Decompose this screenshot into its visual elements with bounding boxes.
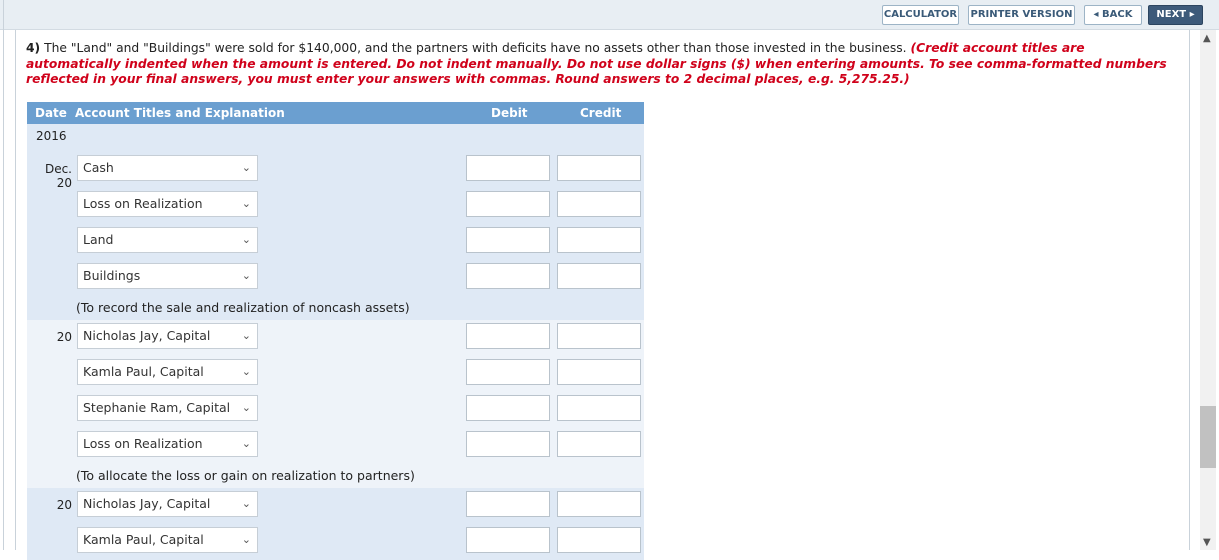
debit-input[interactable] xyxy=(466,323,550,349)
account-select[interactable]: Nicholas Jay, Capital ⌄ xyxy=(77,491,258,517)
account-select-value: Cash xyxy=(83,160,114,175)
question-text: 4) The "Land" and "Buildings" were sold … xyxy=(26,41,1176,88)
account-select-value: Loss on Realization xyxy=(83,436,203,451)
date-cell: Dec. 20 xyxy=(44,162,72,190)
back-button[interactable]: ◂ BACK xyxy=(1084,5,1142,25)
account-select-value: Land xyxy=(83,232,114,247)
table-row: Land ⌄ xyxy=(27,224,644,260)
question-number: 4) xyxy=(26,41,41,55)
top-toolbar: CALCULATOR PRINTER VERSION ◂ BACK NEXT ▸ xyxy=(0,0,1219,30)
table-row: Stephanie Ram, Capital ⌄ xyxy=(27,392,644,428)
debit-input[interactable] xyxy=(466,527,550,553)
credit-input[interactable] xyxy=(557,527,641,553)
credit-input[interactable] xyxy=(557,227,641,253)
chevron-down-icon: ⌄ xyxy=(241,269,251,282)
table-row: Buildings ⌄ xyxy=(27,260,644,296)
debit-input[interactable] xyxy=(466,359,550,385)
year-label: 2016 xyxy=(36,129,67,143)
account-select-value: Kamla Paul, Capital xyxy=(83,532,204,547)
account-select[interactable]: Cash ⌄ xyxy=(77,155,258,181)
chevron-down-icon: ⌄ xyxy=(241,365,251,378)
table-row: Loss on Realization ⌄ xyxy=(27,428,644,464)
debit-input[interactable] xyxy=(466,227,550,253)
account-select[interactable]: Nicholas Jay, Capital ⌄ xyxy=(77,323,258,349)
credit-input[interactable] xyxy=(557,263,641,289)
header-account: Account Titles and Explanation xyxy=(75,106,285,120)
table-header: Date Account Titles and Explanation Debi… xyxy=(27,102,644,124)
chevron-down-icon[interactable]: ▼ xyxy=(1203,537,1211,548)
account-select-value: Loss on Realization xyxy=(83,196,203,211)
account-select[interactable]: Kamla Paul, Capital ⌄ xyxy=(77,527,258,553)
table-row: Loss on Realization ⌄ xyxy=(27,188,644,224)
next-button[interactable]: NEXT ▸ xyxy=(1148,5,1203,25)
left-border xyxy=(3,0,4,550)
credit-input[interactable] xyxy=(557,191,641,217)
credit-input[interactable] xyxy=(557,359,641,385)
account-select[interactable]: Loss on Realization ⌄ xyxy=(77,191,258,217)
account-select[interactable]: Stephanie Ram, Capital ⌄ xyxy=(77,395,258,421)
account-select-value: Kamla Paul, Capital xyxy=(83,364,204,379)
year-row: 2016 xyxy=(27,124,644,152)
printer-version-button[interactable]: PRINTER VERSION xyxy=(968,5,1075,25)
chevron-up-icon[interactable]: ▲ xyxy=(1203,33,1211,44)
header-credit: Credit xyxy=(580,106,622,120)
chevron-down-icon: ⌄ xyxy=(241,197,251,210)
entry-memo: (To allocate the loss or gain on realiza… xyxy=(76,468,415,483)
date-cell: 20 xyxy=(56,330,72,344)
debit-input[interactable] xyxy=(466,155,550,181)
account-select-value: Stephanie Ram, Capital xyxy=(83,400,231,415)
credit-input[interactable] xyxy=(557,323,641,349)
calculator-button[interactable]: CALCULATOR xyxy=(882,5,959,25)
chevron-down-icon: ⌄ xyxy=(241,437,251,450)
header-debit: Debit xyxy=(491,106,528,120)
account-select-value: Nicholas Jay, Capital xyxy=(83,496,211,511)
account-select[interactable]: Loss on Realization ⌄ xyxy=(77,431,258,457)
entry-2: 20 Nicholas Jay, Capital ⌄ Kamla Paul, Ca… xyxy=(27,320,644,488)
journal-entry-table: Date Account Titles and Explanation Debi… xyxy=(27,102,644,560)
table-row: 20 Nicholas Jay, Capital ⌄ xyxy=(27,488,644,524)
table-row: Kamla Paul, Capital ⌄ xyxy=(27,524,644,560)
credit-input[interactable] xyxy=(557,155,641,181)
entry-3: 20 Nicholas Jay, Capital ⌄ Kamla Paul, Ca… xyxy=(27,488,644,560)
table-row: Kamla Paul, Capital ⌄ xyxy=(27,356,644,392)
debit-input[interactable] xyxy=(466,395,550,421)
scrollbar-thumb[interactable] xyxy=(1200,406,1216,468)
chevron-down-icon: ⌄ xyxy=(241,533,251,546)
date-cell: 20 xyxy=(56,498,72,512)
chevron-down-icon: ⌄ xyxy=(241,497,251,510)
chevron-down-icon: ⌄ xyxy=(241,401,251,414)
credit-input[interactable] xyxy=(557,491,641,517)
chevron-down-icon: ⌄ xyxy=(241,161,251,174)
debit-input[interactable] xyxy=(466,263,550,289)
account-select[interactable]: Buildings ⌄ xyxy=(77,263,258,289)
account-select-value: Nicholas Jay, Capital xyxy=(83,328,211,343)
table-row: 20 Nicholas Jay, Capital ⌄ xyxy=(27,320,644,356)
credit-input[interactable] xyxy=(557,431,641,457)
chevron-down-icon: ⌄ xyxy=(241,329,251,342)
debit-input[interactable] xyxy=(466,191,550,217)
credit-input[interactable] xyxy=(557,395,641,421)
entry-1: 2016 Dec. 20 Cash ⌄ Loss on Realization ⌄ … xyxy=(27,124,644,320)
debit-input[interactable] xyxy=(466,431,550,457)
debit-input[interactable] xyxy=(466,491,550,517)
account-select[interactable]: Land ⌄ xyxy=(77,227,258,253)
entry-memo: (To record the sale and realization of n… xyxy=(76,300,410,315)
table-row: Dec. 20 Cash ⌄ xyxy=(27,152,644,190)
account-select[interactable]: Kamla Paul, Capital ⌄ xyxy=(77,359,258,385)
account-select-value: Buildings xyxy=(83,268,141,283)
question-body: The "Land" and "Buildings" were sold for… xyxy=(40,41,911,55)
header-date: Date xyxy=(35,106,67,120)
scrollbar[interactable]: ▲ ▼ xyxy=(1200,30,1216,550)
chevron-down-icon: ⌄ xyxy=(241,233,251,246)
